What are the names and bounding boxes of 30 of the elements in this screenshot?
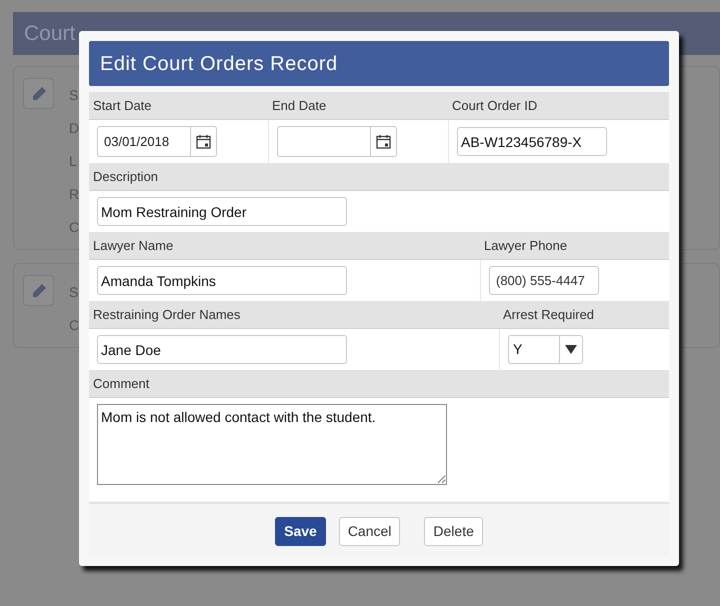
text-field[interactable]: Mom Restraining Order <box>97 197 347 226</box>
phone-field[interactable]: (800) 555-4447 <box>489 266 599 295</box>
field-label: Comment <box>92 374 150 393</box>
field-label: Restraining Order Names <box>92 306 242 324</box>
page-title: Court <box>24 20 76 47</box>
dropdown-arrow-icon <box>565 345 577 354</box>
field-label: End Date <box>271 96 328 115</box>
date-field[interactable]: 03/01/2018 <box>97 126 217 157</box>
calendar-icon <box>196 134 211 149</box>
text-field[interactable]: Jane Doe <box>97 335 347 364</box>
secondary-button[interactable]: Cancel <box>338 517 400 546</box>
field-label: Lawyer Name <box>92 236 174 255</box>
field-label: Arrest Required <box>502 306 596 324</box>
field-label: Description <box>92 168 160 186</box>
edit-button[interactable] <box>23 275 54 306</box>
field-label: Lawyer Phone <box>483 236 568 255</box>
field-label: Start Date <box>92 96 153 115</box>
secondary-button[interactable]: Delete <box>424 517 483 546</box>
edit-button[interactable] <box>23 78 54 109</box>
select-field[interactable]: Y <box>508 335 583 364</box>
primary-button[interactable]: Save <box>275 517 326 546</box>
pencil-icon <box>30 282 46 298</box>
comment-field[interactable]: Mom is not allowed contact with the student. <box>97 404 447 485</box>
date-field[interactable] <box>277 126 397 157</box>
dialog-title: Edit Court Orders Record <box>100 52 338 76</box>
field-label: Court Order ID <box>451 96 538 115</box>
pencil-icon <box>30 86 46 102</box>
calendar-icon <box>376 134 391 149</box>
text-field[interactable]: Amanda Tompkins <box>97 266 347 295</box>
text-field[interactable]: AB-W123456789-X <box>457 127 607 156</box>
